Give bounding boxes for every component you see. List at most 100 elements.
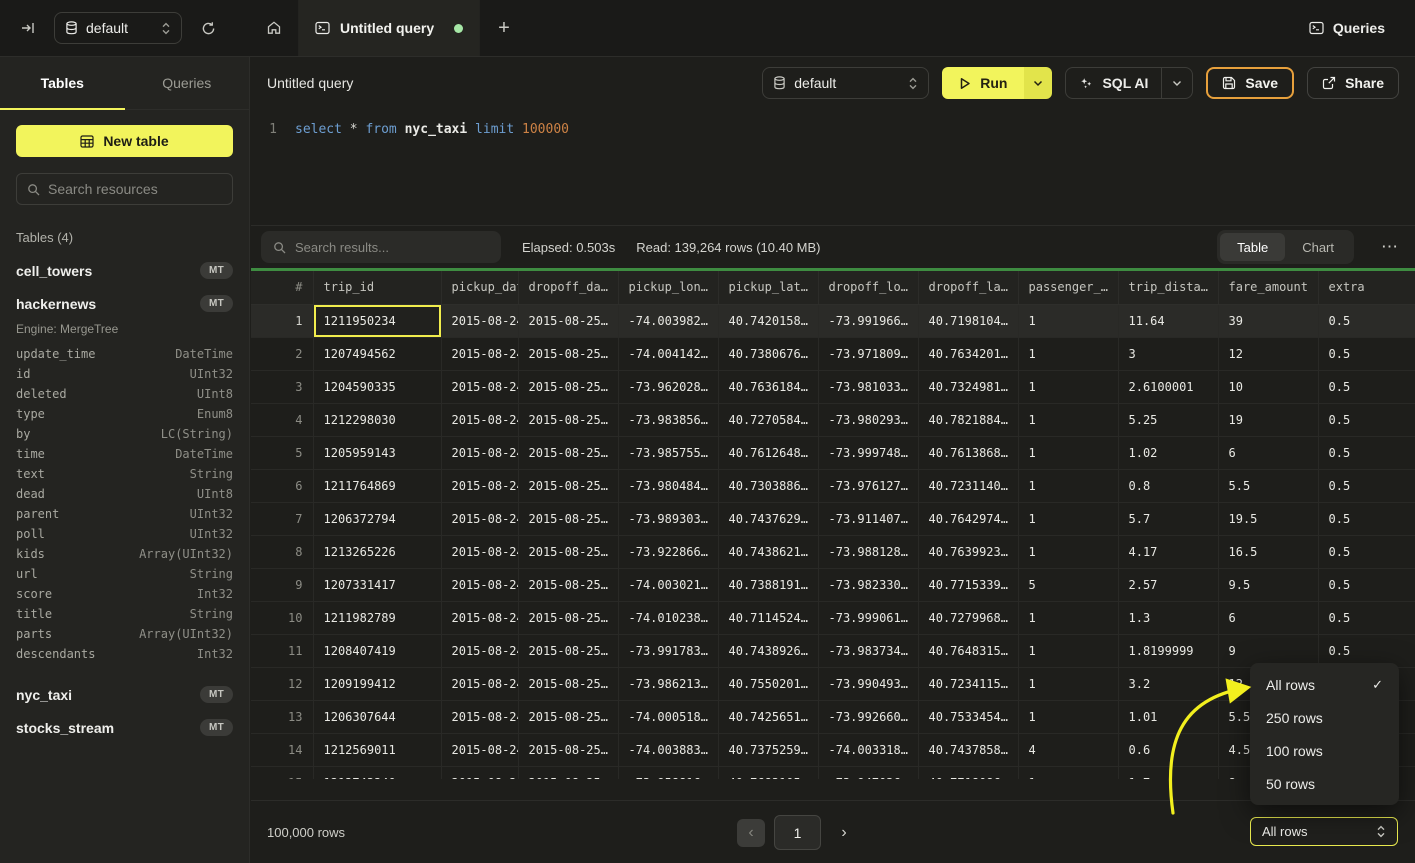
table-cell[interactable]: 0.5 bbox=[1318, 469, 1415, 502]
table-cell[interactable]: 1213265226 bbox=[313, 535, 441, 568]
table-cell[interactable]: -73.992660… bbox=[818, 700, 918, 733]
table-cell[interactable]: 1211764869 bbox=[313, 469, 441, 502]
table-cell[interactable]: 2015-08-25… bbox=[518, 634, 618, 667]
table-cell[interactable]: 2015-08-24… bbox=[441, 370, 518, 403]
table-cell[interactable]: 2015-08-24… bbox=[441, 535, 518, 568]
sidebar-search-input[interactable] bbox=[48, 181, 229, 197]
column-header-dropoff_la[interactable]: dropoff_la… bbox=[918, 271, 1018, 304]
table-cell[interactable]: 2015-08-25… bbox=[518, 535, 618, 568]
collapse-sidebar-button[interactable] bbox=[14, 14, 42, 42]
table-cell[interactable]: 12 bbox=[1218, 337, 1318, 370]
table-cell[interactable]: 2015-08-24… bbox=[441, 733, 518, 766]
refresh-button[interactable] bbox=[194, 14, 222, 42]
table-cell[interactable]: 6 bbox=[1218, 436, 1318, 469]
table-cell[interactable]: 2015-08-24… bbox=[441, 667, 518, 700]
table-cell[interactable]: 40.7388191… bbox=[718, 568, 818, 601]
table-cell[interactable]: 3.2 bbox=[1118, 667, 1218, 700]
table-cell[interactable]: 40.7715339… bbox=[918, 568, 1018, 601]
table-cell[interactable]: 40.7642974… bbox=[918, 502, 1018, 535]
run-options-button[interactable] bbox=[1024, 67, 1052, 99]
table-cell[interactable]: 2015-08-24… bbox=[441, 634, 518, 667]
table-cell[interactable]: 2.6100001 bbox=[1118, 370, 1218, 403]
table-cell[interactable]: -73.983856… bbox=[618, 403, 718, 436]
table-cell[interactable]: 40.7234115… bbox=[918, 667, 1018, 700]
query-database-selector[interactable]: default bbox=[762, 67, 929, 99]
table-cell[interactable]: -73.980484… bbox=[618, 469, 718, 502]
column-header-dropoff_lo[interactable]: dropoff_lo… bbox=[818, 271, 918, 304]
table-cell[interactable]: 39 bbox=[1218, 304, 1318, 337]
table-cell[interactable]: 1204590335 bbox=[313, 370, 441, 403]
column-header-pickup_dat[interactable]: pickup_dat… bbox=[441, 271, 518, 304]
table-cell[interactable]: 40.7324981… bbox=[918, 370, 1018, 403]
table-cell[interactable]: 0.5 bbox=[1318, 436, 1415, 469]
table-cell[interactable]: 1207331417 bbox=[313, 568, 441, 601]
table-cell[interactable]: 2015-08-25… bbox=[518, 304, 618, 337]
table-cell[interactable]: 2015-08-24… bbox=[441, 502, 518, 535]
page-size-option-all-rows[interactable]: All rows✓ bbox=[1250, 668, 1399, 701]
table-cell[interactable]: 1 bbox=[1018, 535, 1118, 568]
table-cell[interactable]: 40.7533454… bbox=[918, 700, 1018, 733]
table-cell[interactable]: 1.3 bbox=[1118, 601, 1218, 634]
table-cell[interactable]: 40.7438926… bbox=[718, 634, 818, 667]
table-cell[interactable]: 1.7 bbox=[1118, 766, 1218, 779]
table-cell[interactable]: -73.991783… bbox=[618, 634, 718, 667]
table-cell[interactable]: -73.989303… bbox=[618, 502, 718, 535]
current-page[interactable]: 1 bbox=[774, 815, 821, 850]
table-cell[interactable]: 2015-08-24… bbox=[441, 337, 518, 370]
run-button[interactable]: Run bbox=[942, 67, 1024, 99]
table-cell[interactable]: 1 bbox=[1018, 337, 1118, 370]
table-cell[interactable]: 40.7437858… bbox=[918, 733, 1018, 766]
table-cell[interactable]: 40.7425651… bbox=[718, 700, 818, 733]
table-cell[interactable]: 40.7279968… bbox=[918, 601, 1018, 634]
view-tab-table[interactable]: Table bbox=[1220, 233, 1285, 261]
view-tab-chart[interactable]: Chart bbox=[1285, 233, 1351, 261]
page-size-option-250-rows[interactable]: 250 rows bbox=[1250, 701, 1399, 734]
sidebar-table-hackernews[interactable]: hackernewsMT bbox=[0, 287, 249, 320]
table-cell[interactable]: 1 bbox=[1018, 403, 1118, 436]
table-cell[interactable]: 1206372794 bbox=[313, 502, 441, 535]
table-cell[interactable]: 40.7613868… bbox=[918, 436, 1018, 469]
table-cell[interactable]: 40.7198104… bbox=[918, 304, 1018, 337]
table-cell[interactable]: -74.003982… bbox=[618, 304, 718, 337]
new-table-button[interactable]: New table bbox=[16, 125, 233, 157]
table-cell[interactable]: 2015-08-25… bbox=[518, 766, 618, 779]
table-cell[interactable]: -73.962028… bbox=[618, 370, 718, 403]
table-cell[interactable]: 40.7270584… bbox=[718, 403, 818, 436]
table-cell[interactable]: 1.8199999 bbox=[1118, 634, 1218, 667]
column-header-row-number[interactable]: # bbox=[251, 271, 313, 304]
column-header-extra[interactable]: extra bbox=[1318, 271, 1415, 304]
table-cell[interactable]: 2015-08-24… bbox=[441, 436, 518, 469]
table-cell[interactable]: -73.976127… bbox=[818, 469, 918, 502]
table-cell[interactable]: 40.7612648… bbox=[718, 436, 818, 469]
table-cell[interactable]: 2015-08-24… bbox=[441, 469, 518, 502]
table-cell[interactable]: 1 bbox=[1018, 667, 1118, 700]
table-cell[interactable]: -74.003021… bbox=[618, 568, 718, 601]
table-cell[interactable]: 5.5 bbox=[1218, 469, 1318, 502]
table-cell[interactable]: 40.7114524… bbox=[718, 601, 818, 634]
table-cell[interactable]: 1212743240 bbox=[313, 766, 441, 779]
table-cell[interactable]: 1206307644 bbox=[313, 700, 441, 733]
table-cell[interactable]: -73.971809… bbox=[818, 337, 918, 370]
queries-button[interactable]: Queries bbox=[1309, 20, 1385, 36]
results-search-input[interactable] bbox=[295, 240, 489, 255]
table-cell[interactable]: 6 bbox=[1218, 601, 1318, 634]
tab-home[interactable] bbox=[250, 0, 298, 56]
table-cell[interactable]: 2015-08-25… bbox=[518, 436, 618, 469]
table-cell[interactable]: 19 bbox=[1218, 403, 1318, 436]
table-cell[interactable]: -73.999061… bbox=[818, 601, 918, 634]
table-cell[interactable]: -73.988128… bbox=[818, 535, 918, 568]
sidebar-tab-tables[interactable]: Tables bbox=[0, 57, 125, 109]
table-cell[interactable]: 40.7636184… bbox=[718, 370, 818, 403]
table-cell[interactable]: -73.983734… bbox=[818, 634, 918, 667]
page-size-option-50-rows[interactable]: 50 rows bbox=[1250, 767, 1399, 800]
table-cell[interactable]: 0.5 bbox=[1318, 535, 1415, 568]
table-cell[interactable]: 3 bbox=[1118, 337, 1218, 370]
new-tab-button[interactable]: + bbox=[480, 0, 528, 56]
table-cell[interactable]: 40.7648315… bbox=[918, 634, 1018, 667]
table-cell[interactable]: 2015-08-25… bbox=[518, 700, 618, 733]
table-cell[interactable]: 1207494562 bbox=[313, 337, 441, 370]
table-cell[interactable]: 1.02 bbox=[1118, 436, 1218, 469]
table-cell[interactable]: 19.5 bbox=[1218, 502, 1318, 535]
selected-cell[interactable]: 1211950234 bbox=[313, 304, 441, 337]
table-cell[interactable]: -73.981033… bbox=[818, 370, 918, 403]
